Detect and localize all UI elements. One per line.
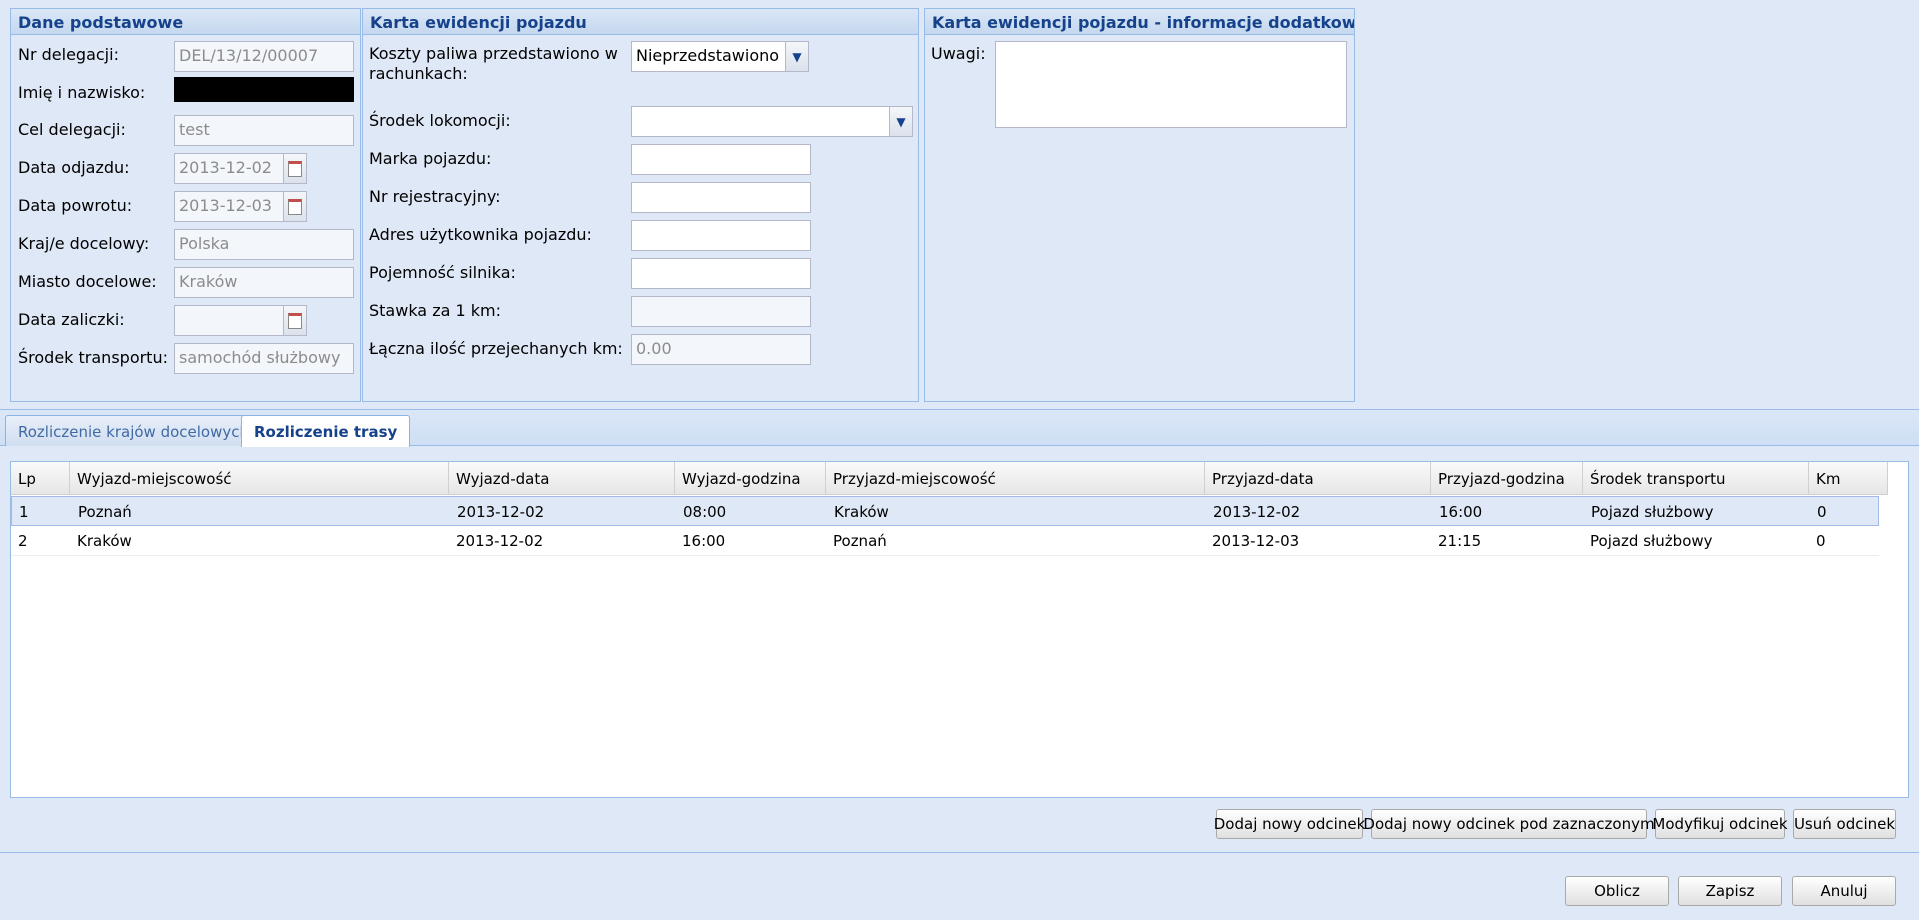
- nr-delegacji-label: Nr delegacji:: [18, 45, 119, 64]
- miasto-label: Miasto docelowe:: [18, 272, 157, 291]
- route-tabs-panel: Rozliczenie krajów docelowych Rozliczeni…: [0, 409, 1919, 853]
- koszty-label-line2: rachunkach:: [369, 64, 468, 83]
- cell-lp: 1: [19, 503, 29, 521]
- col-header-wyjazd-data[interactable]: Wyjazd-data: [449, 462, 675, 494]
- pojemnosc-input[interactable]: [631, 258, 811, 289]
- data-powrotu-label: Data powrotu:: [18, 196, 133, 215]
- adres-label: Adres użytkownika pojazdu:: [369, 225, 592, 244]
- tab-rozliczenie-krajow[interactable]: Rozliczenie krajów docelowych: [5, 415, 262, 446]
- cell-przyjazd-miejscowosc: Kraków: [834, 503, 889, 521]
- marka-input[interactable]: [631, 144, 811, 175]
- marka-label: Marka pojazdu:: [369, 149, 492, 168]
- laczna-label: Łączna ilość przejechanych km:: [369, 339, 623, 358]
- nr-rej-input[interactable]: [631, 182, 811, 213]
- col-header-wyjazd-godzina[interactable]: Wyjazd-godzina: [675, 462, 826, 494]
- cell-przyjazd-data: 2013-12-03: [1212, 532, 1300, 550]
- imie-label: Imię i nazwisko:: [18, 83, 146, 102]
- cell-przyjazd-data: 2013-12-02: [1213, 503, 1301, 521]
- koszty-label-line1: Koszty paliwa przedstawiono w: [369, 44, 618, 63]
- vehicle-card-panel: Karta ewidencji pojazdu Koszty paliwa pr…: [362, 8, 919, 402]
- srodek-transportu-field[interactable]: samochód służbowy: [174, 343, 354, 374]
- srodek-transportu-label: Środek transportu:: [18, 348, 168, 367]
- col-header-srodek-transportu[interactable]: Środek transportu: [1583, 462, 1809, 494]
- basic-data-title: Dane podstawowe: [11, 9, 360, 35]
- col-header-lp[interactable]: Lp: [11, 462, 70, 494]
- nr-rej-label: Nr rejestracyjny:: [369, 187, 501, 206]
- cell-wyjazd-godzina: 16:00: [682, 532, 726, 550]
- basic-data-panel: Dane podstawowe Nr delegacji: DEL/13/12/…: [10, 8, 361, 402]
- srodek-lokomocji-dropdown-arrow-icon[interactable]: ▼: [890, 106, 913, 137]
- cell-km: 0: [1817, 503, 1827, 521]
- cell-srodek-transportu: Pojazd służbowy: [1591, 503, 1714, 521]
- data-zaliczki-field[interactable]: [174, 305, 284, 336]
- srodek-lokomocji-label: Środek lokomocji:: [369, 111, 511, 130]
- data-powrotu-calendar-icon[interactable]: [284, 191, 307, 222]
- cell-lp: 2: [18, 532, 28, 550]
- col-header-przyjazd-miejscowosc[interactable]: Przyjazd-miejscowość: [826, 462, 1205, 494]
- cell-wyjazd-miejscowosc: Kraków: [77, 532, 132, 550]
- cell-przyjazd-godzina: 16:00: [1439, 503, 1483, 521]
- tab-strip: Rozliczenie krajów docelowych Rozliczeni…: [0, 410, 1919, 447]
- cel-label: Cel delegacji:: [18, 120, 126, 139]
- data-odjazdu-label: Data odjazdu:: [18, 158, 130, 177]
- imie-field[interactable]: [174, 77, 354, 102]
- col-header-przyjazd-data[interactable]: Przyjazd-data: [1205, 462, 1431, 494]
- data-odjazdu-calendar-icon[interactable]: [284, 153, 307, 184]
- cell-przyjazd-godzina: 21:15: [1438, 532, 1482, 550]
- table-row[interactable]: 2 Kraków 2013-12-02 16:00 Poznań 2013-12…: [11, 526, 1879, 556]
- data-odjazdu-field[interactable]: 2013-12-02: [174, 153, 284, 184]
- koszty-select[interactable]: Nieprzedstawiono: [631, 41, 786, 72]
- add-segment-below-button[interactable]: Dodaj nowy odcinek pod zaznaczonym: [1363, 809, 1655, 839]
- miasto-field[interactable]: Kraków: [174, 267, 354, 298]
- cel-field[interactable]: test: [174, 115, 354, 146]
- srodek-lokomocji-select[interactable]: [631, 106, 890, 137]
- save-button[interactable]: Zapisz: [1678, 876, 1782, 906]
- cell-wyjazd-miejscowosc: Poznań: [78, 503, 132, 521]
- stawka-input[interactable]: [631, 296, 811, 327]
- cell-wyjazd-data: 2013-12-02: [456, 532, 544, 550]
- cell-wyjazd-godzina: 08:00: [683, 503, 727, 521]
- cancel-button[interactable]: Anuluj: [1792, 876, 1896, 906]
- delete-segment-button[interactable]: Usuń odcinek: [1793, 809, 1896, 839]
- laczna-input[interactable]: 0.00: [631, 334, 811, 365]
- col-header-km[interactable]: Km: [1809, 462, 1888, 494]
- route-grid: Lp Wyjazd-miejscowość Wyjazd-data Wyjazd…: [10, 461, 1909, 798]
- cell-wyjazd-data: 2013-12-02: [457, 503, 545, 521]
- nr-delegacji-field[interactable]: DEL/13/12/00007: [174, 41, 354, 72]
- cell-przyjazd-miejscowosc: Poznań: [833, 532, 887, 550]
- table-row[interactable]: 1 Poznań 2013-12-02 08:00 Kraków 2013-12…: [11, 496, 1879, 526]
- stawka-label: Stawka za 1 km:: [369, 301, 501, 320]
- pojemnosc-label: Pojemność silnika:: [369, 263, 516, 282]
- tab-rozliczenie-trasy[interactable]: Rozliczenie trasy: [241, 415, 411, 447]
- kraj-label: Kraj/e docelowy:: [18, 234, 150, 253]
- data-powrotu-field[interactable]: 2013-12-03: [174, 191, 284, 222]
- adres-input[interactable]: [631, 220, 811, 251]
- vehicle-card-title: Karta ewidencji pojazdu: [363, 9, 918, 35]
- col-header-wyjazd-miejscowosc[interactable]: Wyjazd-miejscowość: [70, 462, 449, 494]
- vehicle-extra-panel: Karta ewidencji pojazdu - informacje dod…: [924, 8, 1355, 402]
- modify-segment-button[interactable]: Modyfikuj odcinek: [1652, 809, 1788, 839]
- uwagi-label: Uwagi:: [931, 44, 986, 63]
- data-zaliczki-calendar-icon[interactable]: [284, 305, 307, 336]
- vehicle-extra-title: Karta ewidencji pojazdu - informacje dod…: [925, 9, 1354, 35]
- add-segment-button[interactable]: Dodaj nowy odcinek: [1214, 809, 1365, 839]
- calculate-button[interactable]: Oblicz: [1565, 876, 1669, 906]
- cell-km: 0: [1816, 532, 1826, 550]
- data-zaliczki-label: Data zaliczki:: [18, 310, 125, 329]
- kraj-field[interactable]: Polska: [174, 229, 354, 260]
- uwagi-textarea[interactable]: [995, 41, 1347, 128]
- col-header-przyjazd-godzina[interactable]: Przyjazd-godzina: [1431, 462, 1583, 494]
- route-grid-header: Lp Wyjazd-miejscowość Wyjazd-data Wyjazd…: [11, 462, 1888, 495]
- cell-srodek-transportu: Pojazd służbowy: [1590, 532, 1713, 550]
- koszty-dropdown-arrow-icon[interactable]: ▼: [786, 41, 809, 72]
